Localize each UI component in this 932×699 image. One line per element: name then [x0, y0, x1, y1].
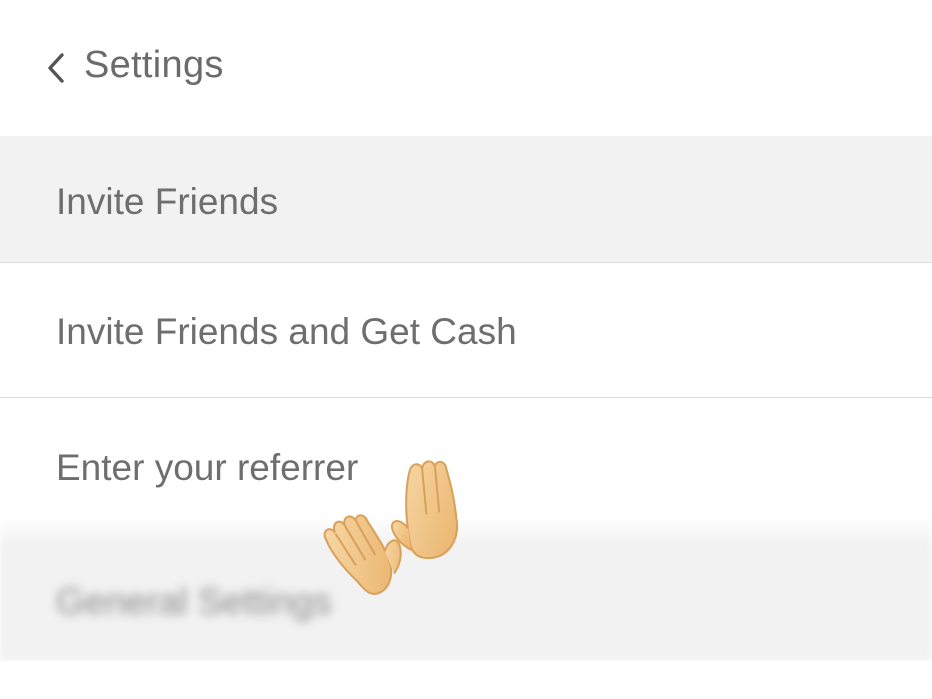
back-button[interactable] — [38, 48, 74, 88]
section-header-label: General Settings — [56, 581, 332, 622]
page-title: Settings — [84, 44, 224, 86]
section-header-label: Invite Friends — [56, 181, 279, 222]
list-item-label: Enter your referrer — [56, 447, 359, 488]
chevron-left-icon — [48, 53, 64, 83]
list-item-label: Invite Friends and Get Cash — [56, 311, 517, 352]
raising-hands-icon — [323, 460, 458, 595]
list-bottom — [0, 661, 932, 699]
section-header-invite: Invite Friends — [0, 136, 932, 263]
list-item-invite-get-cash[interactable]: Invite Friends and Get Cash — [0, 263, 932, 398]
settings-screen: Settings Invite Friends Invite Friends a… — [0, 0, 932, 699]
top-bar: Settings — [0, 0, 932, 136]
